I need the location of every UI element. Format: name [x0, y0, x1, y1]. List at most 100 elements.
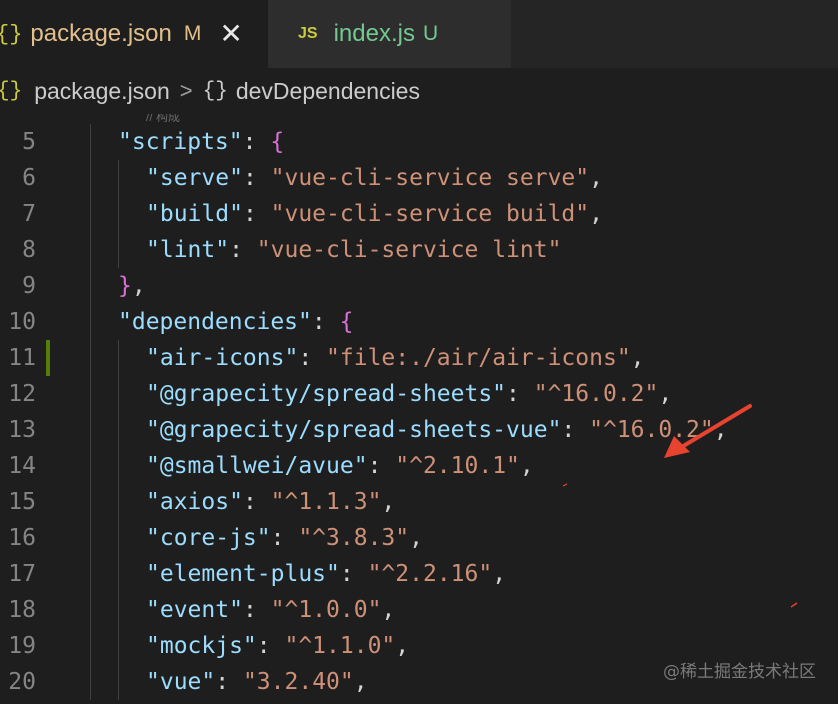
indent-guide — [90, 124, 91, 160]
punctuation: : — [242, 129, 271, 155]
code-editor[interactable]: // 构成 5 "scripts": {6 "serve": "vue-cli-se… — [0, 114, 838, 704]
code-text: "axios": "^1.1.3", — [146, 484, 395, 520]
code-text: "element-plus": "^2.2.16", — [146, 556, 506, 592]
punctuation: : — [367, 453, 396, 479]
opening-brace: { — [270, 129, 285, 155]
code-line: 11 "air-icons": "file:./air/air-icons", — [0, 340, 838, 376]
tab-index-js[interactable]: JS index.js U — [268, 0, 511, 68]
json-string-value: "^2.10.1" — [395, 453, 520, 479]
indent-guide — [90, 628, 91, 664]
punctuation: , — [630, 345, 645, 371]
punctuation: : — [242, 489, 271, 515]
tab-label: package.json — [30, 20, 172, 47]
code-text: "core-js": "^3.8.3", — [146, 520, 423, 556]
json-key: "@grapecity/spread-sheets-vue" — [146, 417, 562, 443]
punctuation: : — [256, 633, 285, 659]
code-line: 7 "build": "vue-cli-service build", — [0, 196, 838, 232]
punctuation: : — [339, 561, 368, 587]
indent-guide — [90, 232, 91, 268]
json-string-value: "^16.0.2" — [533, 381, 659, 407]
breadcrumb-item-devdependencies[interactable]: devDependencies — [236, 78, 420, 105]
indent-guide — [118, 340, 119, 376]
punctuation: : — [561, 417, 590, 443]
json-key: "serve" — [146, 165, 243, 191]
punctuation: , — [589, 201, 603, 227]
code-text: "@smallwei/avue": "^2.10.1", — [146, 448, 534, 484]
punctuation: , — [409, 525, 423, 551]
arrow-shaft — [678, 404, 752, 450]
line-number: 9 — [22, 273, 36, 299]
arrow-head — [664, 436, 690, 458]
closing-brace: } — [118, 273, 132, 299]
line-number: 8 — [22, 237, 36, 263]
indent-guide — [90, 592, 91, 628]
code-text: "build": "vue-cli-service build", — [146, 196, 603, 232]
git-modified-gutter-mark — [46, 340, 50, 376]
line-number: 7 — [22, 201, 36, 227]
line-number: 14 — [8, 453, 36, 479]
json-string-value: "^1.1.0" — [284, 633, 396, 659]
tab-label: index.js — [333, 20, 415, 47]
punctuation: , — [589, 165, 603, 191]
line-number: 18 — [8, 597, 36, 623]
indent-guide — [118, 232, 119, 268]
line-number: 11 — [8, 345, 36, 371]
json-key: "axios" — [146, 489, 243, 515]
code-text: }, — [118, 268, 146, 304]
code-text: "event": "^1.0.0", — [146, 592, 395, 628]
json-braces-icon: {} — [0, 79, 23, 103]
indent-guide — [118, 592, 119, 628]
json-braces-icon: {} — [0, 21, 23, 47]
json-key: "@grapecity/spread-sheets" — [146, 381, 507, 407]
code-text: "mockjs": "^1.1.0", — [146, 628, 409, 664]
stray-annotation-mark — [790, 602, 798, 608]
line-number: 15 — [8, 489, 36, 515]
opening-brace: { — [339, 309, 354, 335]
stray-annotation-mark — [562, 483, 568, 487]
json-key: "dependencies" — [118, 309, 312, 335]
json-string-value: "3.2.40" — [242, 669, 354, 695]
watermark: @稀土掘金技术社区 — [663, 662, 816, 682]
code-text: "serve": "vue-cli-service serve", — [146, 160, 603, 196]
punctuation: : — [506, 381, 534, 407]
indent-guide — [90, 664, 91, 700]
json-string-value: "vue-cli-service serve" — [270, 165, 590, 191]
breadcrumb-item-package-json[interactable]: package.json — [34, 78, 170, 105]
code-text: "air-icons": "file:./air/air-icons", — [146, 340, 645, 376]
json-key: "@smallwei/avue" — [146, 453, 368, 479]
punctuation: , — [492, 561, 507, 587]
indent-guide — [90, 160, 91, 196]
indent-guide — [90, 448, 91, 484]
indent-guide — [90, 196, 91, 232]
indent-guide — [90, 412, 91, 448]
scrolled-comment-fragment: // 构成 — [146, 114, 181, 122]
tab-package-json[interactable]: {} package.json M ✕ — [0, 0, 268, 68]
indent-guide — [90, 484, 91, 520]
punctuation: : — [242, 201, 271, 227]
code-line: 17 "element-plus": "^2.2.16", — [0, 556, 838, 592]
punctuation: , — [381, 489, 396, 515]
code-line: 15 "axios": "^1.1.3", — [0, 484, 838, 520]
editor-tab-bar: {} package.json M ✕ JS index.js U — [0, 0, 838, 68]
json-key: "element-plus" — [146, 561, 340, 587]
line-number: 6 — [22, 165, 36, 191]
json-key: "air-icons" — [146, 345, 299, 371]
punctuation: : — [242, 597, 271, 623]
punctuation: : — [215, 669, 243, 695]
close-icon[interactable]: ✕ — [219, 20, 242, 48]
indent-guide — [90, 304, 91, 340]
indent-guide — [118, 520, 119, 556]
code-text: "scripts": { — [118, 124, 284, 160]
indent-guide — [118, 664, 119, 700]
json-string-value: "^2.2.16" — [367, 561, 493, 587]
json-key: "scripts" — [118, 129, 243, 155]
code-text: "vue": "3.2.40", — [146, 664, 368, 700]
line-number: 10 — [8, 309, 36, 335]
indent-guide — [90, 520, 91, 556]
git-untracked-badge: U — [422, 22, 439, 45]
punctuation: : — [311, 309, 340, 335]
line-number: 16 — [8, 525, 36, 551]
punctuation: : — [270, 525, 299, 551]
code-line: 9}, — [0, 268, 838, 304]
json-key: "core-js" — [146, 525, 271, 551]
